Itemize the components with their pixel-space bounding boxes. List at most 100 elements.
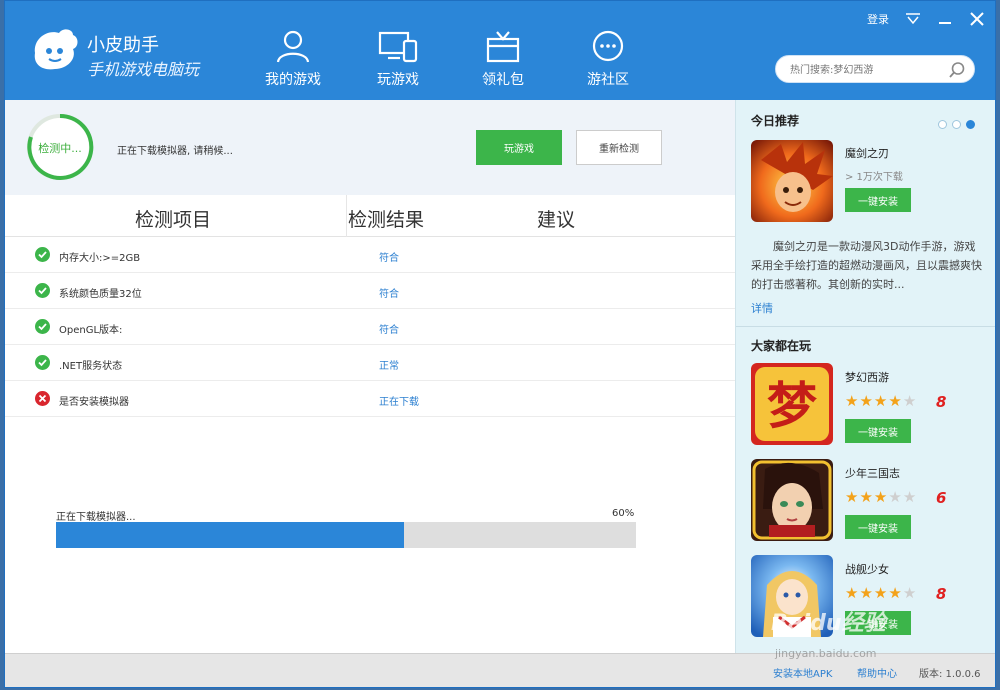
- nav-label: 游社区: [587, 72, 629, 88]
- nav-label: 我的游戏: [265, 72, 321, 88]
- rating-score: 6: [936, 489, 947, 507]
- check-item-result: 符合: [379, 253, 399, 264]
- install-button[interactable]: 一键安装: [845, 515, 911, 539]
- divider: [736, 326, 995, 327]
- nav-gifts[interactable]: 领礼包: [458, 29, 548, 89]
- devices-icon: [378, 31, 418, 63]
- header: 小皮助手 手机游戏电脑玩 我的游戏 玩游戏 领礼包 游社区 登录 热门搜索:梦幻…: [5, 1, 995, 100]
- main-panel: 检测中... 正在下载模拟器, 请稍候... 玩游戏 重新检测 检测项目 检测结…: [5, 100, 735, 653]
- game-name[interactable]: 梦幻西游: [845, 369, 889, 385]
- search-icon[interactable]: [948, 61, 966, 79]
- install-button[interactable]: 一键安装: [845, 419, 911, 443]
- star-icon: ★: [859, 584, 873, 602]
- check-icon: [35, 355, 50, 370]
- check-icon: [35, 283, 50, 298]
- carousel-dots: [938, 120, 975, 129]
- check-item-name: 内存大小:>=2GB: [59, 253, 141, 264]
- nav-label: 领礼包: [482, 72, 524, 88]
- game-icon-mojian[interactable]: [751, 140, 833, 222]
- install-button[interactable]: 一键安装: [845, 188, 911, 212]
- close-icon[interactable]: [969, 11, 985, 27]
- check-item-name: 系统颜色质量32位: [59, 289, 142, 300]
- user-icon: [276, 30, 310, 63]
- status-message: 正在下载模拟器, 请稍候...: [117, 146, 233, 157]
- star-icon: ★: [859, 488, 873, 506]
- gift-icon: [486, 31, 520, 63]
- column-divider: [346, 195, 347, 237]
- star-rating: ★ ★ ★ ★ ★: [845, 394, 916, 409]
- window-controls: 登录: [867, 11, 985, 27]
- details-link[interactable]: 详情: [751, 300, 773, 316]
- search-input[interactable]: [790, 61, 940, 79]
- column-header: 建议: [537, 209, 576, 231]
- svg-text:梦: 梦: [767, 377, 817, 435]
- menu-dropdown-icon[interactable]: [905, 13, 921, 25]
- game-icon-shaonian[interactable]: [751, 459, 833, 541]
- featured-game-downloads: > 1万次下载: [845, 172, 903, 183]
- recheck-button[interactable]: 重新检测: [576, 130, 662, 165]
- progress-fill: [56, 522, 404, 548]
- nav-label: 玩游戏: [377, 72, 419, 88]
- star-icon: ★: [902, 488, 917, 506]
- column-header: 检测项目: [135, 209, 212, 231]
- star-icon: ★: [888, 488, 902, 506]
- star-icon: ★: [845, 488, 859, 506]
- game-name[interactable]: 少年三国志: [845, 465, 900, 481]
- chat-icon: [592, 30, 624, 62]
- column-header: 检测结果: [348, 209, 425, 231]
- status-bar: 检测中... 正在下载模拟器, 请稍候... 玩游戏 重新检测: [5, 100, 735, 195]
- star-icon: ★: [859, 392, 873, 410]
- play-game-button[interactable]: 玩游戏: [476, 130, 562, 165]
- check-item-result: 正常: [379, 361, 399, 372]
- carousel-dot[interactable]: [952, 120, 961, 129]
- carousel-dot-active[interactable]: [966, 120, 975, 129]
- progress-bar: [56, 522, 636, 548]
- star-icon: ★: [888, 584, 902, 602]
- check-item-name: 是否安装模拟器: [59, 397, 129, 408]
- featured-game-name[interactable]: 魔剑之刃: [845, 145, 889, 161]
- star-icon: ★: [902, 584, 917, 602]
- check-icon: [35, 319, 50, 334]
- table-row: 系统颜色质量32位 符合: [5, 273, 735, 309]
- watermark-brand: Baidu经验: [771, 611, 886, 636]
- star-icon: ★: [845, 584, 859, 602]
- recommend-title: 今日推荐: [751, 114, 800, 128]
- check-item-result: 正在下载: [379, 397, 419, 408]
- error-icon: [35, 391, 50, 406]
- app-subtitle: 手机游戏电脑玩: [87, 60, 200, 79]
- login-link[interactable]: 登录: [867, 11, 889, 27]
- check-item-result: 符合: [379, 289, 399, 300]
- rating-score: 8: [936, 585, 947, 603]
- check-item-name: .NET服务状态: [59, 361, 123, 372]
- carousel-dot[interactable]: [938, 120, 947, 129]
- check-item-name: OpenGL版本:: [59, 325, 123, 336]
- nav-community[interactable]: 游社区: [563, 29, 653, 89]
- minimize-icon[interactable]: [937, 13, 953, 25]
- star-icon: ★: [873, 584, 888, 602]
- game-name[interactable]: 战舰少女: [845, 561, 889, 577]
- help-center-link[interactable]: 帮助中心: [857, 665, 897, 680]
- star-icon: ★: [873, 392, 888, 410]
- progress-percent: 60%: [612, 508, 635, 519]
- logo-icon: [34, 29, 78, 70]
- install-apk-link[interactable]: 安装本地APK: [773, 665, 832, 680]
- app-window: 小皮助手 手机游戏电脑玩 我的游戏 玩游戏 领礼包 游社区 登录 热门搜索:梦幻…: [4, 0, 996, 688]
- progress-label: 正在下载模拟器...: [56, 512, 136, 523]
- app-title: 小皮助手: [87, 35, 159, 56]
- rating-score: 8: [936, 393, 947, 411]
- table-row: 内存大小:>=2GB 符合: [5, 237, 735, 273]
- ring-label: 检测中...: [38, 142, 82, 155]
- star-icon: ★: [845, 392, 859, 410]
- nav-my-games[interactable]: 我的游戏: [248, 29, 338, 89]
- nav-play-games[interactable]: 玩游戏: [353, 29, 443, 89]
- star-icon: ★: [902, 392, 917, 410]
- star-rating: ★ ★ ★ ★ ★: [845, 586, 916, 601]
- watermark-url: jingyan.baidu.com: [775, 647, 877, 660]
- star-icon: ★: [888, 392, 902, 410]
- search-box: [775, 55, 975, 83]
- check-item-result: 符合: [379, 325, 399, 336]
- game-icon-menghuan[interactable]: 梦: [751, 363, 833, 445]
- sidebar: 今日推荐 魔剑之刃 > 1万次下载 一键安装 魔剑之刃是一款动漫风3D动作手游，…: [735, 100, 995, 653]
- version-text: 版本: 1.0.0.6: [919, 669, 981, 680]
- check-icon: [35, 247, 50, 262]
